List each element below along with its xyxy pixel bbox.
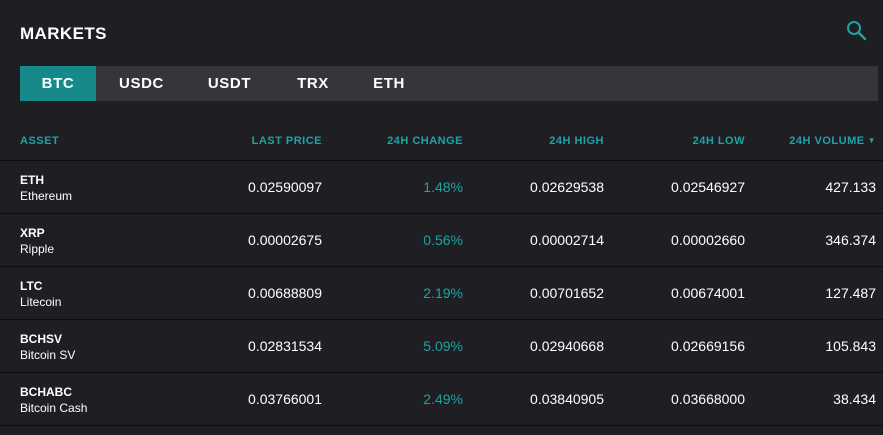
table-row[interactable]: XRP Ripple 0.00002675 0.56% 0.00002714 0… (0, 214, 883, 267)
sort-desc-icon: ▼ (867, 136, 876, 145)
24h-change: 0.56% (423, 232, 463, 248)
asset-symbol: BCHSV (20, 332, 63, 346)
asset-symbol: ETH (20, 173, 44, 187)
24h-volume: 127.487 (825, 285, 876, 301)
24h-high: 0.03840905 (530, 391, 604, 407)
last-price: 0.03766001 (248, 391, 322, 407)
24h-change: 2.49% (423, 391, 463, 407)
table-row[interactable]: BCHSV Bitcoin SV 0.02831534 5.09% 0.0294… (0, 320, 883, 373)
24h-low: 0.00002660 (671, 232, 745, 248)
market-rows: ETH Ethereum 0.02590097 1.48% 0.02629538… (0, 161, 883, 426)
asset-symbol: LTC (20, 279, 43, 293)
column-header-24h-volume-label: 24H VOLUME (789, 135, 865, 147)
24h-high: 0.00701652 (530, 285, 604, 301)
table-row[interactable]: LTC Litecoin 0.00688809 2.19% 0.00701652… (0, 267, 883, 320)
24h-high: 0.00002714 (530, 232, 604, 248)
24h-low: 0.02669156 (671, 338, 745, 354)
last-price: 0.02590097 (248, 179, 322, 195)
24h-volume: 346.374 (825, 232, 876, 248)
24h-high: 0.02629538 (530, 179, 604, 195)
asset-symbol: BCHABC (20, 385, 72, 399)
last-price: 0.00002675 (248, 232, 322, 248)
column-header-24h-volume[interactable]: 24H VOLUME ▼ (789, 135, 876, 147)
tab-usdt[interactable]: USDT (187, 66, 272, 101)
column-header-asset[interactable]: ASSET (20, 135, 59, 147)
column-header-24h-change[interactable]: 24H CHANGE (387, 135, 463, 147)
markets-panel: MARKETS BTC USDC USDT TRX ETH ASSET LAST… (0, 0, 883, 435)
asset-name: Ethereum (20, 189, 73, 203)
table-row[interactable]: ETH Ethereum 0.02590097 1.48% 0.02629538… (0, 161, 883, 214)
24h-low: 0.00674001 (671, 285, 745, 301)
table-header: ASSET LAST PRICE 24H CHANGE 24H HIGH 24H… (0, 130, 883, 161)
tab-trx[interactable]: TRX (272, 66, 354, 101)
24h-volume: 427.133 (825, 179, 876, 195)
24h-change: 5.09% (423, 338, 463, 354)
search-icon[interactable] (845, 19, 869, 43)
last-price: 0.00688809 (248, 285, 322, 301)
asset-name: Bitcoin Cash (20, 401, 88, 415)
tab-usdc[interactable]: USDC (96, 66, 187, 101)
tab-btc[interactable]: BTC (20, 66, 96, 101)
page-title: MARKETS (20, 24, 107, 43)
24h-low: 0.02546927 (671, 179, 745, 195)
column-header-24h-high[interactable]: 24H HIGH (549, 135, 604, 147)
tab-eth[interactable]: ETH (354, 66, 424, 101)
24h-change: 2.19% (423, 285, 463, 301)
24h-volume: 105.843 (825, 338, 876, 354)
24h-change: 1.48% (423, 179, 463, 195)
column-header-24h-low[interactable]: 24H LOW (693, 135, 745, 147)
asset-name: Bitcoin SV (20, 348, 76, 362)
asset-name: Ripple (20, 242, 55, 256)
table-row[interactable]: BCHABC Bitcoin Cash 0.03766001 2.49% 0.0… (0, 373, 883, 426)
last-price: 0.02831534 (248, 338, 322, 354)
24h-low: 0.03668000 (671, 391, 745, 407)
asset-symbol: XRP (20, 226, 45, 240)
column-header-last-price[interactable]: LAST PRICE (252, 135, 322, 147)
24h-volume: 38.434 (833, 391, 876, 407)
asset-name: Litecoin (20, 295, 62, 309)
currency-tabs: BTC USDC USDT TRX ETH (20, 66, 878, 101)
24h-high: 0.02940668 (530, 338, 604, 354)
